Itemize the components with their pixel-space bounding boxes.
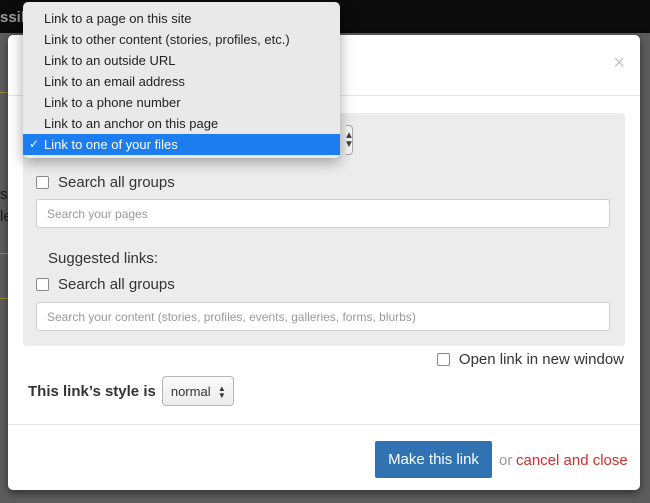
search-all-groups-label: Search all groups bbox=[58, 276, 175, 293]
search-pages-input[interactable]: Search your pages bbox=[36, 199, 610, 228]
menu-item-phone-number[interactable]: Link to a phone number bbox=[23, 92, 340, 113]
link-type-select[interactable]: ▲ ▼ bbox=[344, 125, 354, 155]
search-content-placeholder: Search your content (stories, profiles, … bbox=[47, 309, 416, 324]
link-style-value: normal bbox=[170, 383, 211, 399]
menu-item-label: Link to an anchor on this page bbox=[44, 116, 219, 131]
menu-item-email-address[interactable]: Link to an email address bbox=[23, 71, 340, 92]
menu-item-label: Link to a page on this site bbox=[44, 11, 192, 26]
suggested-links-label: Suggested links: bbox=[48, 250, 159, 267]
search-all-groups-checkbox-row[interactable]: Search all groups bbox=[36, 174, 175, 191]
menu-item-label: Link to an outside URL bbox=[44, 53, 176, 68]
or-text: or bbox=[499, 452, 513, 469]
close-icon[interactable]: × bbox=[613, 53, 625, 73]
background-title-fragment: ssil bbox=[0, 9, 26, 26]
cancel-and-close-link[interactable]: cancel and close bbox=[516, 452, 628, 469]
footer-divider bbox=[8, 424, 640, 425]
search-all-groups-checkbox[interactable] bbox=[36, 278, 49, 291]
menu-item-your-files[interactable]: ✓ Link to one of your files bbox=[23, 134, 340, 155]
background-text-fragment: s bbox=[0, 186, 8, 203]
menu-item-label: Link to one of your files bbox=[44, 137, 178, 152]
search-content-input[interactable]: Search your content (stories, profiles, … bbox=[36, 302, 610, 331]
search-all-groups-checkbox-row[interactable]: Search all groups bbox=[36, 276, 175, 293]
link-style-row: This link’s style is normal ▲ ▼ bbox=[28, 376, 234, 406]
menu-item-page-on-site[interactable]: Link to a page on this site bbox=[23, 8, 340, 29]
select-arrows-icon: ▲ ▼ bbox=[344, 130, 354, 150]
make-link-button[interactable]: Make this link bbox=[375, 441, 492, 478]
select-arrows-icon: ▲ ▼ bbox=[217, 384, 226, 400]
open-new-window-row[interactable]: Open link in new window bbox=[436, 351, 624, 368]
menu-item-label: Link to an email address bbox=[44, 74, 185, 89]
search-all-groups-label: Search all groups bbox=[58, 174, 175, 191]
link-style-label: This link’s style is bbox=[28, 382, 156, 400]
search-pages-placeholder: Search your pages bbox=[47, 206, 148, 221]
menu-item-label: Link to a phone number bbox=[44, 95, 181, 110]
menu-item-other-content[interactable]: Link to other content (stories, profiles… bbox=[23, 29, 340, 50]
checkmark-icon: ✓ bbox=[29, 137, 40, 151]
search-all-groups-checkbox[interactable] bbox=[36, 176, 49, 189]
open-new-window-checkbox[interactable] bbox=[436, 353, 450, 366]
link-style-select[interactable]: normal ▲ ▼ bbox=[161, 376, 234, 406]
menu-item-outside-url[interactable]: Link to an outside URL bbox=[23, 50, 340, 71]
open-new-window-label: Open link in new window bbox=[458, 351, 624, 368]
menu-item-label: Link to other content (stories, profiles… bbox=[44, 32, 290, 47]
menu-item-anchor[interactable]: Link to an anchor on this page bbox=[23, 113, 340, 134]
link-type-dropdown-menu: Link to a page on this site Link to othe… bbox=[23, 2, 340, 158]
